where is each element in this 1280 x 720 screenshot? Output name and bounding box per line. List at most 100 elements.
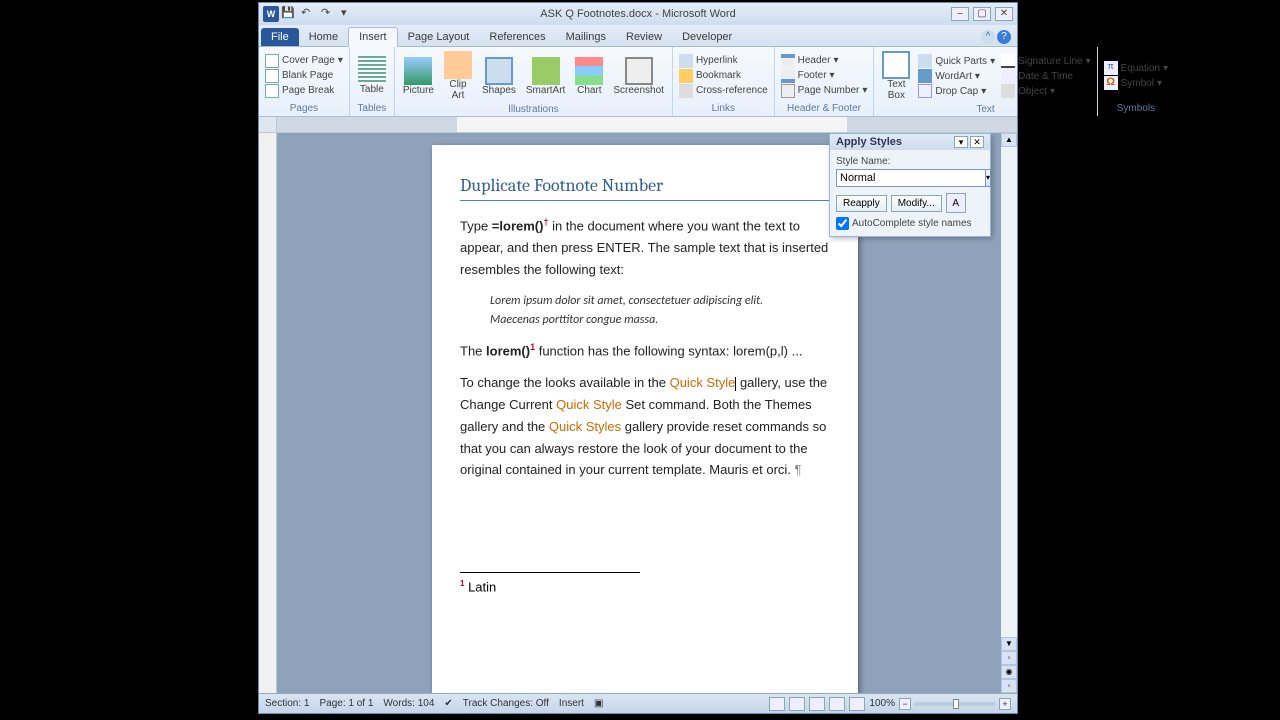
quickparts-button[interactable]: Quick Parts ▾ bbox=[916, 54, 997, 68]
object-icon bbox=[1001, 84, 1015, 98]
quick-access-toolbar: W 💾 ↶ ↷ ▾ bbox=[259, 6, 363, 22]
object-button[interactable]: Object ▾ bbox=[999, 84, 1093, 98]
link-quick-style-1[interactable]: Quick Style bbox=[670, 375, 736, 390]
zoom-level[interactable]: 100% bbox=[869, 698, 895, 709]
header-icon bbox=[781, 54, 795, 68]
footer-button[interactable]: Footer ▾ bbox=[779, 69, 870, 83]
pane-header[interactable]: Apply Styles ▾ ✕ bbox=[830, 134, 990, 150]
wordart-button[interactable]: WordArt ▾ bbox=[916, 69, 997, 83]
qat-save-icon[interactable]: 💾 bbox=[281, 6, 299, 22]
equation-button[interactable]: πEquation ▾ bbox=[1102, 61, 1171, 75]
autocomplete-checkbox[interactable]: AutoComplete style names bbox=[836, 217, 984, 230]
style-name-input[interactable] bbox=[836, 169, 986, 187]
view-web-layout-icon[interactable] bbox=[809, 697, 825, 711]
view-print-layout-icon[interactable] bbox=[769, 697, 785, 711]
screenshot-button[interactable]: Screenshot bbox=[609, 55, 668, 98]
symbol-button[interactable]: ΩSymbol ▾ bbox=[1102, 76, 1171, 90]
status-macro-icon[interactable]: ▣ bbox=[594, 698, 603, 709]
scroll-down-icon[interactable]: ▼ bbox=[1001, 637, 1017, 651]
smartart-button[interactable]: SmartArt bbox=[522, 55, 569, 98]
shapes-button[interactable]: Shapes bbox=[478, 55, 520, 98]
pane-dropdown-icon[interactable]: ▾ bbox=[954, 136, 968, 148]
qat-more-icon[interactable]: ▾ bbox=[341, 6, 359, 22]
tab-review[interactable]: Review bbox=[616, 28, 672, 46]
status-words[interactable]: Words: 104 bbox=[383, 698, 434, 709]
maximize-button[interactable]: ▢ bbox=[973, 7, 991, 21]
zoom-thumb[interactable] bbox=[953, 699, 959, 709]
signature-button[interactable]: Signature Line ▾ bbox=[999, 54, 1093, 68]
blank-page-button[interactable]: Blank Page bbox=[263, 69, 345, 83]
view-draft-icon[interactable] bbox=[849, 697, 865, 711]
view-outline-icon[interactable] bbox=[829, 697, 845, 711]
link-quick-style-2[interactable]: Quick Style bbox=[556, 397, 622, 412]
bookmark-icon bbox=[679, 69, 693, 83]
pane-close-icon[interactable]: ✕ bbox=[970, 136, 984, 148]
styles-launcher-button[interactable]: A bbox=[946, 193, 966, 213]
status-track[interactable]: Track Changes: Off bbox=[463, 698, 549, 709]
paragraph-3[interactable]: The lorem()1 function has the following … bbox=[460, 340, 830, 363]
heading[interactable]: Duplicate Footnote Number bbox=[460, 175, 830, 201]
tab-mailings[interactable]: Mailings bbox=[556, 28, 616, 46]
vertical-ruler[interactable] bbox=[259, 133, 277, 693]
header-button[interactable]: Header ▾ bbox=[779, 54, 870, 68]
work-area: Duplicate Footnote Number Type =lorem()†… bbox=[259, 133, 1017, 693]
hyperlink-icon bbox=[679, 54, 693, 68]
tab-home[interactable]: Home bbox=[299, 28, 348, 46]
footnote-1[interactable]: 1 Latin bbox=[460, 579, 830, 594]
table-button[interactable]: Table bbox=[354, 54, 390, 97]
help-icon[interactable]: ? bbox=[997, 30, 1011, 44]
qat-redo-icon[interactable]: ↷ bbox=[321, 6, 339, 22]
cover-page-button[interactable]: Cover Page ▾ bbox=[263, 54, 345, 68]
crossref-button[interactable]: Cross-reference bbox=[677, 84, 770, 98]
scroll-up-icon[interactable]: ▲ bbox=[1001, 133, 1017, 147]
zoom-in-icon[interactable]: + bbox=[999, 698, 1011, 710]
page-number-button[interactable]: Page Number ▾ bbox=[779, 84, 870, 98]
bookmark-button[interactable]: Bookmark bbox=[677, 69, 770, 83]
view-full-screen-icon[interactable] bbox=[789, 697, 805, 711]
zoom-out-icon[interactable]: − bbox=[899, 698, 911, 710]
paragraph-1[interactable]: Type =lorem()† in the document where you… bbox=[460, 215, 830, 282]
status-insert[interactable]: Insert bbox=[559, 698, 584, 709]
horizontal-ruler[interactable] bbox=[277, 117, 1017, 132]
status-proof-icon[interactable]: ✔ bbox=[444, 698, 452, 709]
paragraph-4[interactable]: To change the looks available in the Qui… bbox=[460, 373, 830, 482]
reapply-button[interactable]: Reapply bbox=[836, 195, 887, 212]
zoom-slider[interactable] bbox=[915, 702, 995, 706]
tab-page-layout[interactable]: Page Layout bbox=[398, 28, 480, 46]
hyperlink-button[interactable]: Hyperlink bbox=[677, 54, 770, 68]
ruler-corner[interactable] bbox=[259, 117, 277, 132]
modify-button[interactable]: Modify... bbox=[891, 195, 942, 212]
screenshot-icon bbox=[625, 57, 653, 85]
scroll-track[interactable] bbox=[1001, 147, 1017, 637]
datetime-button[interactable]: Date & Time bbox=[999, 69, 1093, 83]
dropcap-button[interactable]: Drop Cap ▾ bbox=[916, 84, 997, 98]
minimize-button[interactable]: – bbox=[951, 7, 969, 21]
minimize-ribbon-icon[interactable]: ^ bbox=[981, 30, 995, 44]
status-page[interactable]: Page: 1 of 1 bbox=[319, 698, 373, 709]
link-quick-styles-3[interactable]: Quick Styles bbox=[549, 419, 621, 434]
document-canvas[interactable]: Duplicate Footnote Number Type =lorem()†… bbox=[277, 133, 1001, 693]
style-name-dropdown-icon[interactable]: ▾ bbox=[986, 169, 991, 187]
status-section[interactable]: Section: 1 bbox=[265, 698, 309, 709]
clipart-button[interactable]: Clip Art bbox=[440, 49, 476, 103]
tab-file[interactable]: File bbox=[261, 28, 299, 46]
quickparts-icon bbox=[918, 54, 932, 68]
chart-button[interactable]: Chart bbox=[571, 55, 607, 98]
chart-icon bbox=[575, 57, 603, 85]
prev-page-icon[interactable]: ◦ bbox=[1001, 651, 1017, 665]
picture-button[interactable]: Picture bbox=[399, 55, 438, 98]
close-button[interactable]: ✕ bbox=[995, 7, 1013, 21]
tab-insert[interactable]: Insert bbox=[348, 27, 398, 47]
textbox-button[interactable]: Text Box bbox=[878, 49, 914, 103]
browse-object-icon[interactable]: ◉ bbox=[1001, 665, 1017, 679]
tab-developer[interactable]: Developer bbox=[672, 28, 742, 46]
paragraph-quote[interactable]: Lorem ipsum dolor sit amet, consectetuer… bbox=[460, 292, 830, 330]
vertical-scrollbar[interactable]: ▲ ▼ ◦ ◉ ◦ bbox=[1001, 133, 1017, 693]
next-page-icon[interactable]: ◦ bbox=[1001, 679, 1017, 693]
autocomplete-check[interactable] bbox=[836, 217, 849, 230]
tab-references[interactable]: References bbox=[479, 28, 555, 46]
pilcrow-icon: ¶ bbox=[791, 462, 802, 477]
document-page[interactable]: Duplicate Footnote Number Type =lorem()†… bbox=[432, 145, 858, 693]
page-break-button[interactable]: Page Break bbox=[263, 84, 345, 98]
qat-undo-icon[interactable]: ↶ bbox=[301, 6, 319, 22]
